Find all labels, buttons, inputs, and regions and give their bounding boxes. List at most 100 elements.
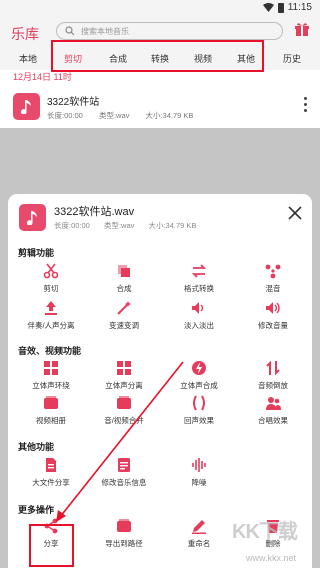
info-edit-icon <box>118 458 130 472</box>
sheet-file-size: 大小:34.79 KB <box>148 221 197 230</box>
action-merge[interactable]: 合成 <box>89 263 159 294</box>
action-label: 变速变调 <box>109 321 139 330</box>
battery-icon <box>277 2 284 13</box>
section-title-more: 更多操作 <box>18 505 55 515</box>
action-label: 回声效果 <box>184 416 214 425</box>
stereo-split-icon <box>117 361 131 375</box>
volume-icon <box>266 302 280 314</box>
action-label: 立体声分离 <box>105 381 143 390</box>
action-stereo-merge[interactable]: 立体声合成 <box>164 360 234 391</box>
status-time: 11:15 <box>287 2 312 13</box>
action-label: 立体声合成 <box>180 381 218 390</box>
action-denoise[interactable]: 降噪 <box>164 457 234 488</box>
file-share-icon <box>46 458 56 472</box>
echo-icon <box>193 395 205 411</box>
tab-history[interactable]: 历史 <box>277 52 307 65</box>
file-name: 3322软件站 <box>47 97 100 108</box>
export-icon <box>117 519 131 532</box>
action-label: 伴奏/人声分离 <box>27 321 75 330</box>
action-rename[interactable]: 重命名 <box>164 518 234 549</box>
action-speed-pitch[interactable]: 变速变调 <box>89 300 159 331</box>
share-highlight-box <box>29 524 74 567</box>
file-duration: 长度:00:00 <box>47 111 83 120</box>
action-label: 立体声环绕 <box>32 381 70 390</box>
action-label: 音/视频合并 <box>104 416 144 425</box>
action-mix[interactable]: 混音 <box>238 263 308 294</box>
search-icon <box>65 26 75 36</box>
av-merge-icon <box>117 396 131 409</box>
status-right: 11:15 <box>262 2 312 13</box>
action-sheet: 3322软件站.wav 长度:00:00 类型:wav 大小:34.79 KB … <box>8 194 312 568</box>
action-label: 音频倒放 <box>258 381 288 390</box>
album-icon <box>44 396 58 409</box>
action-stereo-split[interactable]: 立体声分离 <box>89 360 159 391</box>
watermark-url: www.kkx.net <box>246 553 297 563</box>
file-type: 类型:wav <box>98 111 130 120</box>
denoise-icon <box>192 458 206 472</box>
action-label: 视频相册 <box>36 416 66 425</box>
action-label: 修改音乐信息 <box>101 478 147 487</box>
mix-icon <box>265 264 281 279</box>
sheet-file-duration: 长度:00:00 <box>54 221 90 230</box>
action-label: 降噪 <box>191 478 207 487</box>
action-export-path[interactable]: 导出到路径 <box>89 518 159 549</box>
status-bar: 11:15 <box>0 0 320 16</box>
action-av-merge[interactable]: 音/视频合并 <box>89 395 159 426</box>
gift-icon[interactable] <box>294 21 310 37</box>
scissors-icon <box>43 263 59 279</box>
section-title-effects: 音效、视频功能 <box>18 346 82 356</box>
action-reverse[interactable]: 音频倒放 <box>238 360 308 391</box>
app-title: 乐库 <box>11 26 39 42</box>
sheet-file-name: 3322软件站.wav <box>54 206 135 218</box>
file-size: 大小:34.79 KB <box>145 111 194 120</box>
action-label: 大文件分享 <box>32 478 70 487</box>
action-fade[interactable]: 淡入淡出 <box>164 300 234 331</box>
rename-icon <box>192 520 206 534</box>
section-title-other: 其他功能 <box>18 442 55 452</box>
music-file-icon <box>19 204 46 231</box>
action-edit-music-info[interactable]: 修改音乐信息 <box>89 457 159 488</box>
action-label: 修改音量 <box>258 321 288 330</box>
convert-icon <box>191 264 207 278</box>
action-cut[interactable]: 剪切 <box>16 263 86 294</box>
action-label: 淡入淡出 <box>184 321 214 330</box>
action-label: 重命名 <box>187 539 211 548</box>
magic-icon <box>117 301 131 315</box>
action-chorus[interactable]: 合唱效果 <box>238 395 308 426</box>
reverse-icon <box>266 360 280 376</box>
sheet-file-type: 类型:wav <box>103 221 135 230</box>
action-label: 混音 <box>265 284 281 293</box>
action-large-file-share[interactable]: 大文件分享 <box>16 457 86 488</box>
action-video-album[interactable]: 视频相册 <box>16 395 86 426</box>
action-echo[interactable]: 回声效果 <box>164 395 234 426</box>
merge-icon <box>118 265 130 277</box>
upload-icon <box>45 301 57 315</box>
chorus-icon <box>266 397 281 410</box>
action-label: 剪切 <box>43 284 59 293</box>
list-item[interactable]: 3322软件站 长度:00:00 类型:wav 大小:34.79 KB <box>0 88 320 128</box>
watermark-logo: KK下载 <box>232 521 298 543</box>
search-input[interactable]: 搜索本地音乐 <box>56 22 283 40</box>
action-surround[interactable]: 立体声环绕 <box>16 360 86 391</box>
action-label: 合唱效果 <box>258 416 288 425</box>
close-icon[interactable] <box>288 206 302 220</box>
volume-fade-icon <box>192 302 204 314</box>
action-format-convert[interactable]: 格式转换 <box>164 263 234 294</box>
date-group-label: 12月14日 11时 <box>13 72 72 82</box>
search-placeholder: 搜索本地音乐 <box>81 27 129 36</box>
action-label: 格式转换 <box>184 284 214 293</box>
action-label: 导出到路径 <box>105 539 143 548</box>
action-volume[interactable]: 修改音量 <box>238 300 308 331</box>
tab-local[interactable]: 本地 <box>13 52 43 65</box>
section-title-edit: 剪辑功能 <box>18 248 55 258</box>
more-options-icon[interactable] <box>304 97 308 113</box>
surround-icon <box>44 361 58 375</box>
tabs-highlight-box <box>51 40 264 72</box>
stereo-merge-icon <box>192 361 206 375</box>
wifi-icon <box>262 3 274 12</box>
action-label: 合成 <box>116 284 132 293</box>
file-meta: 长度:00:00 类型:wav 大小:34.79 KB <box>47 110 193 121</box>
action-vocal-separate[interactable]: 伴奏/人声分离 <box>16 300 86 331</box>
music-file-icon <box>13 93 40 120</box>
sheet-file-meta: 长度:00:00 类型:wav 大小:34.79 KB <box>54 220 208 231</box>
